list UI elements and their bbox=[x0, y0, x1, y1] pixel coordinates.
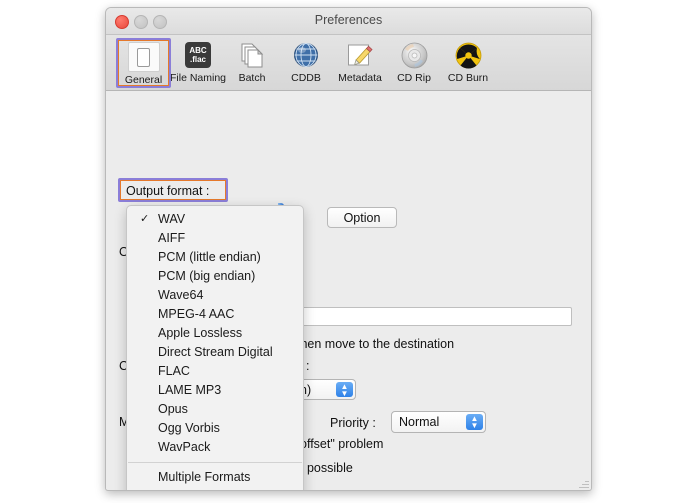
menu-current-encoders-header: Current encoders: bbox=[127, 487, 303, 490]
checkmark-icon: ✓ bbox=[140, 213, 150, 225]
general-preferences-pane: Output format : Option Outp then move to… bbox=[106, 91, 591, 490]
menu-item-pcm-big-endian[interactable]: PCM (big endian) bbox=[127, 267, 303, 286]
menu-separator bbox=[128, 462, 302, 463]
menu-item-multiple-formats[interactable]: Multiple Formats bbox=[127, 468, 303, 487]
menu-item-wavpack[interactable]: WavPack bbox=[127, 438, 303, 457]
toolbar-item-cd-burn[interactable]: CD Burn bbox=[441, 38, 495, 84]
menu-item-ogg-vorbis[interactable]: Ogg Vorbis bbox=[127, 419, 303, 438]
general-icon bbox=[127, 42, 160, 72]
toolbar-label-metadata: Metadata bbox=[338, 72, 382, 84]
toolbar-label-cd-burn: CD Burn bbox=[447, 72, 489, 84]
preferences-window: Preferences General ABC .flac File Namin… bbox=[105, 7, 592, 491]
toolbar-label-file-naming: File Naming bbox=[169, 72, 227, 84]
flac-tag-icon: ABC .flac bbox=[185, 40, 211, 70]
toolbar-item-file-naming[interactable]: ABC .flac File Naming bbox=[169, 38, 227, 84]
menu-item-label: Multiple Formats bbox=[158, 470, 251, 484]
menu-item-label: Direct Stream Digital bbox=[158, 345, 273, 359]
notepad-pencil-icon bbox=[346, 40, 374, 70]
menu-item-label: PCM (big endian) bbox=[158, 269, 256, 283]
move-to-destination-label: then move to the destination bbox=[297, 337, 455, 351]
output-format-label: Output format : bbox=[126, 184, 210, 198]
menu-item-opus[interactable]: Opus bbox=[127, 400, 303, 419]
option-button[interactable]: Option bbox=[327, 207, 397, 228]
menu-item-wave64[interactable]: Wave64 bbox=[127, 286, 303, 305]
toolbar-item-metadata[interactable]: Metadata bbox=[333, 38, 387, 84]
radiation-icon bbox=[455, 40, 482, 70]
preferences-toolbar: General ABC .flac File Naming Batch CDDB… bbox=[106, 35, 591, 91]
cd-disc-icon bbox=[401, 40, 428, 70]
menu-item-label: LAME MP3 bbox=[158, 383, 222, 397]
toolbar-label-cddb: CDDB bbox=[291, 72, 321, 84]
menu-item-mpeg4-aac[interactable]: MPEG-4 AAC bbox=[127, 305, 303, 324]
checkbox-if-possible-label-tail: f possible bbox=[300, 461, 353, 475]
toolbar-item-cddb[interactable]: CDDB bbox=[279, 38, 333, 84]
menu-item-lame-mp3[interactable]: LAME MP3 bbox=[127, 381, 303, 400]
menu-item-label: Ogg Vorbis bbox=[158, 421, 220, 435]
toolbar-label-batch: Batch bbox=[238, 72, 266, 84]
window-titlebar: Preferences bbox=[106, 8, 591, 35]
globe-icon bbox=[293, 40, 319, 70]
menu-item-apple-lossless[interactable]: Apple Lossless bbox=[127, 324, 303, 343]
menu-item-direct-stream-digital[interactable]: Direct Stream Digital bbox=[127, 343, 303, 362]
chevron-updown-icon[interactable]: ▲ ▼ bbox=[336, 382, 353, 397]
menu-item-label: Apple Lossless bbox=[158, 326, 243, 340]
priority-label: Priority : bbox=[330, 416, 376, 430]
priority-popup: Normal ▲ ▼ bbox=[391, 411, 486, 433]
flac-icon-line2: .flac bbox=[189, 55, 206, 64]
menu-item-label: AIFF bbox=[158, 231, 186, 245]
toolbar-item-cd-rip[interactable]: CD Rip bbox=[387, 38, 441, 84]
documents-icon bbox=[239, 40, 265, 70]
toolbar-label-cd-rip: CD Rip bbox=[397, 72, 431, 84]
menu-item-label: Opus bbox=[158, 402, 188, 416]
window-title: Preferences bbox=[314, 13, 383, 27]
menu-item-label: FLAC bbox=[158, 364, 190, 378]
resize-grip[interactable] bbox=[579, 478, 589, 488]
menu-item-aiff[interactable]: AIFF bbox=[127, 229, 303, 248]
toolbar-item-batch[interactable]: Batch bbox=[225, 38, 279, 84]
output-directory-field[interactable] bbox=[297, 307, 572, 326]
menu-item-wav[interactable]: ✓ WAV bbox=[127, 210, 303, 229]
menu-item-label: PCM (little endian) bbox=[158, 250, 261, 264]
toolbar-label-general: General bbox=[124, 74, 163, 86]
menu-item-label: MPEG-4 AAC bbox=[158, 307, 235, 321]
menu-item-label: WAV bbox=[158, 212, 186, 226]
menu-item-label: Current encoders: bbox=[158, 489, 258, 490]
menu-item-flac[interactable]: FLAC bbox=[127, 362, 303, 381]
flac-icon-line1: ABC bbox=[189, 46, 207, 55]
priority-chevron-updown-icon[interactable]: ▲ ▼ bbox=[466, 414, 483, 430]
priority-popup-value: Normal bbox=[399, 415, 440, 429]
menu-item-label: WavPack bbox=[158, 440, 211, 454]
toolbar-item-general[interactable]: General bbox=[116, 38, 171, 88]
menu-item-label: Wave64 bbox=[158, 288, 204, 302]
checkbox-offset-problem-label-tail: offset" problem bbox=[300, 437, 384, 451]
output-format-dropdown-menu[interactable]: ✓ WAV AIFF PCM (little endian) PCM (big … bbox=[126, 205, 304, 490]
menu-item-pcm-little-endian[interactable]: PCM (little endian) bbox=[127, 248, 303, 267]
